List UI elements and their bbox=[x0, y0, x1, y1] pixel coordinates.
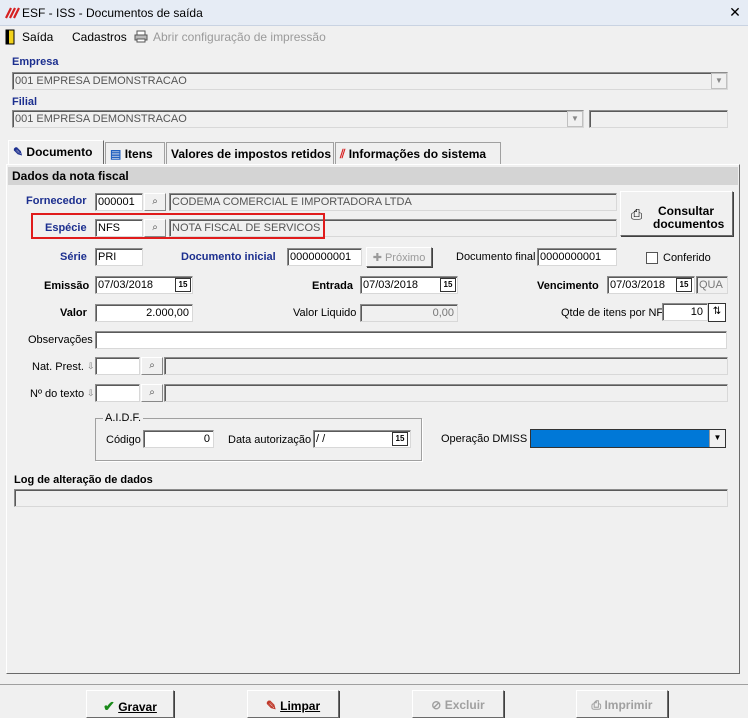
excluir-button[interactable]: ⊘ Excluir bbox=[412, 690, 504, 718]
printer-icon bbox=[134, 30, 148, 43]
doc-final-input[interactable]: 0000000001 bbox=[537, 248, 617, 266]
window-title: ESF - ISS - Documentos de saída bbox=[22, 6, 209, 20]
doc-inicial-label: Documento inicial bbox=[181, 251, 276, 263]
valor-liquido-field: 0,00 bbox=[360, 304, 458, 322]
filial-select[interactable]: 001 EMPRESA DEMONSTRACAO bbox=[12, 110, 584, 128]
imprimir-button[interactable]: ⎙ Imprimir bbox=[576, 690, 668, 718]
tab-valores-impostos[interactable]: Valores de impostos retidos bbox=[166, 142, 334, 164]
gravar-button[interactable]: ✔ Gravar bbox=[86, 690, 174, 718]
codigo-input[interactable]: 0 bbox=[143, 430, 214, 448]
fornecedor-name-field: CODEMA COMERCIAL E IMPORTADORA LTDA bbox=[169, 193, 617, 211]
calendar-icon[interactable]: 15 bbox=[392, 432, 408, 446]
filial-extra-field bbox=[589, 110, 728, 128]
proximo-button[interactable]: ✚ Próximo bbox=[366, 247, 432, 267]
spinner-icon[interactable]: ⇅ bbox=[708, 303, 726, 322]
tab-documento[interactable]: ✎ Documento bbox=[8, 140, 104, 165]
title-bar: ESF - ISS - Documentos de saída ✕ bbox=[0, 0, 748, 26]
logo-icon: ⫽ bbox=[340, 147, 346, 161]
data-autorizacao-label: Data autorização bbox=[228, 434, 312, 446]
conferido-label: Conferido bbox=[663, 252, 711, 264]
printer-icon: ⎙ bbox=[591, 698, 602, 712]
conferido-checkbox[interactable] bbox=[646, 252, 658, 264]
close-icon[interactable]: ✕ bbox=[727, 4, 743, 20]
delete-icon: ⊘ bbox=[431, 698, 442, 712]
serie-label: Série bbox=[60, 251, 87, 263]
exit-door-icon bbox=[5, 29, 15, 45]
binoculars-icon[interactable]: ⌕ bbox=[144, 193, 166, 211]
calendar-icon[interactable]: 15 bbox=[175, 278, 191, 292]
binoculars-icon[interactable]: ⌕ bbox=[141, 384, 163, 402]
gravar-label: Gravar bbox=[118, 700, 157, 714]
excluir-label: Excluir bbox=[444, 698, 485, 712]
fornecedor-code-input[interactable]: 000001 bbox=[95, 193, 143, 211]
app-logo-icon bbox=[5, 7, 20, 19]
menu-bar: Saída Cadastros Abrir configuração de im… bbox=[0, 26, 748, 48]
calendar-icon[interactable]: 15 bbox=[676, 278, 692, 292]
tab-itens-label: Itens bbox=[124, 147, 153, 161]
menu-cadastros[interactable]: Cadastros bbox=[72, 30, 127, 44]
log-label: Log de alteração de dados bbox=[14, 474, 153, 486]
search-document-icon: ⎙ bbox=[631, 206, 643, 222]
observacoes-input[interactable] bbox=[95, 331, 727, 349]
serie-input[interactable]: PRI bbox=[95, 248, 143, 266]
plus-icon: ✚ bbox=[372, 252, 382, 264]
tab-valores-label: Valores de impostos retidos bbox=[171, 147, 332, 161]
fornecedor-label: Fornecedor bbox=[26, 195, 87, 207]
tab-documento-label: Documento bbox=[26, 145, 93, 159]
valor-input[interactable]: 2.000,00 bbox=[95, 304, 193, 322]
consultar-label-1: Consultar bbox=[658, 204, 715, 218]
observacoes-label: Observações bbox=[28, 334, 93, 346]
chevron-down-icon[interactable]: ▼ bbox=[709, 430, 725, 447]
check-icon: ✔ bbox=[103, 698, 115, 714]
consultar-label-2: documentos bbox=[653, 217, 725, 231]
section-title: Dados da nota fiscal bbox=[8, 167, 738, 185]
tab-itens[interactable]: ▤ Itens bbox=[105, 142, 165, 164]
tab-informacoes-label: Informações do sistema bbox=[348, 147, 487, 161]
down-arrow-icon: ⇩ bbox=[87, 361, 95, 371]
no-texto-desc-field bbox=[164, 384, 728, 402]
proximo-label: Próximo bbox=[384, 252, 426, 264]
pencil-icon: ✎ bbox=[13, 145, 24, 159]
entrada-label: Entrada bbox=[312, 280, 353, 292]
highlight-box bbox=[31, 213, 325, 239]
aidf-title: A.I.D.F. bbox=[103, 412, 144, 424]
operacao-dmiss-label: Operação DMISS bbox=[441, 433, 528, 445]
limpar-label: Limpar bbox=[280, 699, 321, 713]
filial-label: Filial bbox=[12, 96, 38, 108]
operacao-dmiss-select[interactable] bbox=[530, 429, 726, 448]
chevron-down-icon[interactable]: ▼ bbox=[711, 73, 727, 89]
qtde-itens-label: Qtde de itens por NF bbox=[561, 307, 664, 319]
codigo-label: Código bbox=[106, 434, 141, 446]
vencimento-label: Vencimento bbox=[537, 280, 599, 292]
doc-inicial-input[interactable]: 0000000001 bbox=[287, 248, 362, 266]
nat-prest-label: Nat. Prest. bbox=[32, 361, 84, 373]
no-texto-input[interactable] bbox=[95, 384, 140, 402]
imprimir-label: Imprimir bbox=[604, 698, 653, 712]
tab-informacoes-sistema[interactable]: ⫽ Informações do sistema bbox=[335, 142, 501, 164]
log-field bbox=[14, 489, 728, 507]
binoculars-icon[interactable]: ⌕ bbox=[141, 357, 163, 375]
valor-label: Valor bbox=[60, 307, 87, 319]
calendar-icon[interactable]: 15 bbox=[440, 278, 456, 292]
empresa-select[interactable]: 001 EMPRESA DEMONSTRACAO bbox=[12, 72, 728, 90]
limpar-button[interactable]: ✎ Limpar bbox=[247, 690, 339, 718]
vencimento-day-field: QUA bbox=[696, 276, 728, 294]
nat-prest-input[interactable] bbox=[95, 357, 140, 375]
doc-final-label: Documento final bbox=[456, 251, 536, 263]
qtde-itens-input[interactable]: 10 bbox=[662, 303, 708, 321]
emissao-label: Emissão bbox=[44, 280, 90, 292]
consultar-documentos-button[interactable]: ⎙ Consultar documentos bbox=[620, 191, 733, 236]
down-arrow-icon: ⇩ bbox=[87, 388, 95, 398]
list-icon: ▤ bbox=[110, 147, 122, 161]
nat-prest-desc-field bbox=[164, 357, 728, 375]
empresa-label: Empresa bbox=[12, 56, 59, 68]
chevron-down-icon[interactable]: ▼ bbox=[567, 111, 583, 127]
eraser-icon: ✎ bbox=[265, 698, 277, 713]
menu-saida[interactable]: Saída bbox=[22, 30, 53, 44]
no-texto-label: Nº do texto bbox=[30, 388, 85, 400]
menu-abrir-config[interactable]: Abrir configuração de impressão bbox=[153, 30, 326, 44]
valor-liquido-label: Valor Liquido bbox=[293, 307, 357, 319]
